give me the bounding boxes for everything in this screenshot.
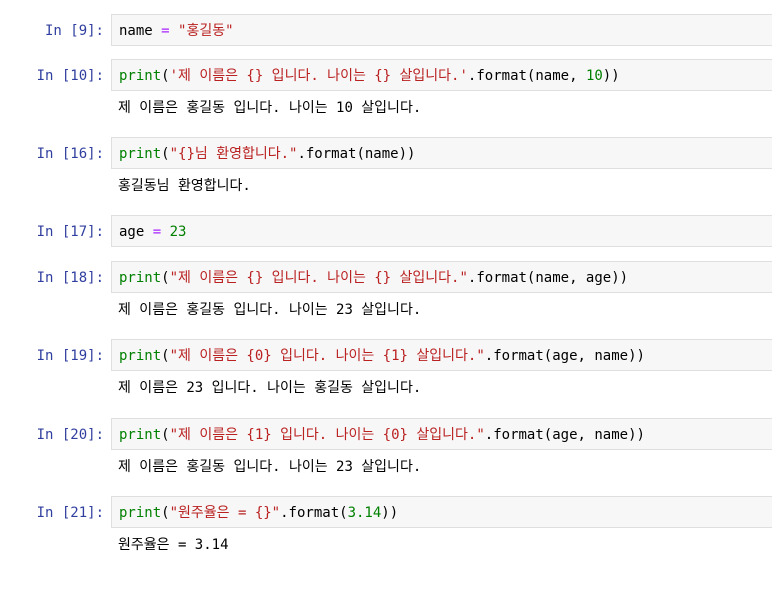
input-prompt: In [21]:	[36, 505, 104, 521]
input-prompt: In [20]:	[36, 427, 104, 443]
code-line: print("{}님 환영합니다.".format(name))	[119, 146, 416, 162]
code-input-area[interactable]: print("제 이름은 {1} 입니다. 나이는 {0} 살입니다.".for…	[111, 418, 772, 450]
code-line: print("제 이름은 {} 입니다. 나이는 {} 살입니다.".forma…	[119, 270, 629, 286]
input-prompt: In [10]:	[36, 68, 104, 84]
cell-output: 제 이름은 23 입니다. 나이는 홍길동 살입니다.	[118, 380, 422, 396]
code-line: name = "홍길동"	[119, 23, 234, 39]
cell-output: 제 이름은 홍길동 입니다. 나이는 23 살입니다.	[118, 459, 422, 475]
cell-output: 제 이름은 홍길동 입니다. 나이는 23 살입니다.	[118, 302, 422, 318]
input-prompt: In [17]:	[36, 224, 104, 240]
notebook: In [9]: name = "홍길동" In [10]: print('제 이…	[0, 0, 772, 612]
input-prompt: In [16]:	[36, 146, 104, 162]
cell-output: 홍길동님 환영합니다.	[118, 178, 251, 194]
code-input-area[interactable]: print("제 이름은 {} 입니다. 나이는 {} 살입니다.".forma…	[111, 261, 772, 293]
code-input-area[interactable]: print("{}님 환영합니다.".format(name))	[111, 137, 772, 169]
code-line: print('제 이름은 {} 입니다. 나이는 {} 살입니다.'.forma…	[119, 68, 620, 84]
code-line: age = 23	[119, 224, 187, 240]
code-input-area[interactable]: print("제 이름은 {0} 입니다. 나이는 {1} 살입니다.".for…	[111, 339, 772, 371]
code-input-area[interactable]: age = 23	[111, 215, 772, 247]
cell-output: 제 이름은 홍길동 입니다. 나이는 10 살입니다.	[118, 100, 422, 116]
code-input-area[interactable]: print('제 이름은 {} 입니다. 나이는 {} 살입니다.'.forma…	[111, 59, 772, 91]
input-prompt: In [18]:	[36, 270, 104, 286]
code-line: print("원주율은 = {}".format(3.14))	[119, 505, 399, 521]
code-input-area[interactable]: name = "홍길동"	[111, 14, 772, 46]
code-line: print("제 이름은 {1} 입니다. 나이는 {0} 살입니다.".for…	[119, 427, 645, 443]
code-input-area[interactable]: print("원주율은 = {}".format(3.14))	[111, 496, 772, 528]
code-line: print("제 이름은 {0} 입니다. 나이는 {1} 살입니다.".for…	[119, 348, 645, 364]
input-prompt: In [19]:	[36, 348, 104, 364]
cell-output: 원주율은 = 3.14	[118, 537, 229, 553]
input-prompt: In [9]:	[44, 23, 104, 39]
